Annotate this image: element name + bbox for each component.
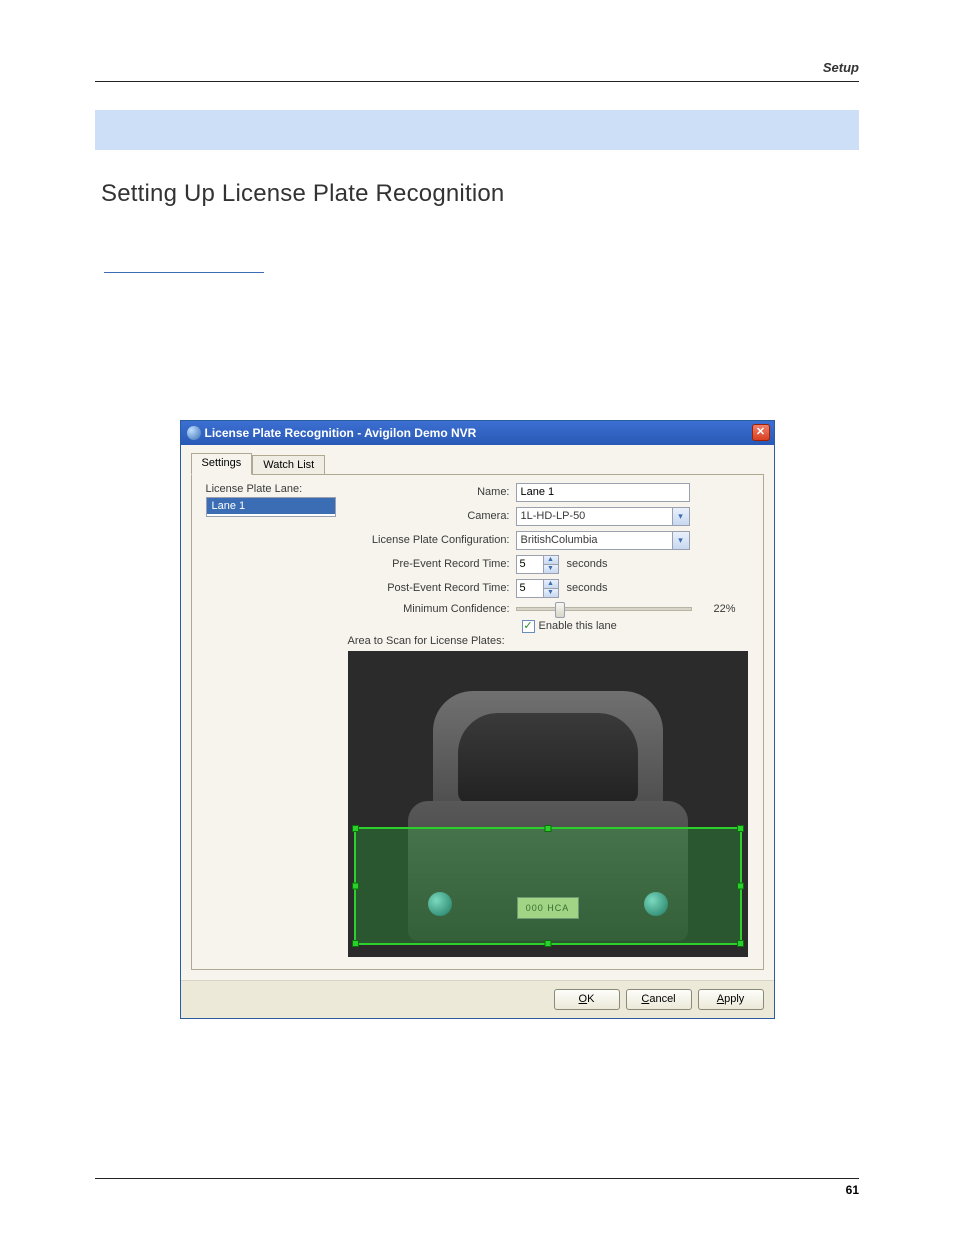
dialog-title: License Plate Recognition - Avigilon Dem…	[205, 426, 477, 440]
resize-handle[interactable]	[352, 940, 359, 947]
chevron-up-icon[interactable]: ▲	[544, 556, 558, 565]
app-icon	[187, 426, 201, 440]
body-paragraph	[101, 238, 853, 276]
name-label: Name:	[348, 486, 516, 498]
ok-button-text: K	[587, 993, 594, 1005]
post-event-suffix: seconds	[567, 582, 608, 594]
resize-handle[interactable]	[737, 882, 744, 889]
resize-handle[interactable]	[737, 825, 744, 832]
page-number: 61	[95, 1183, 859, 1197]
car-windshield-shape	[458, 713, 638, 803]
pre-event-suffix: seconds	[567, 558, 608, 570]
page-header-section: Setup	[95, 60, 859, 75]
chevron-up-icon[interactable]: ▲	[544, 580, 558, 589]
ok-button[interactable]: OK	[554, 989, 620, 1010]
apply-button-text: pply	[724, 993, 744, 1005]
steps-block	[125, 290, 853, 390]
resize-handle[interactable]	[352, 825, 359, 832]
chevron-down-icon[interactable]: ▾	[672, 532, 689, 549]
cancel-button[interactable]: Cancel	[626, 989, 692, 1010]
apply-button[interactable]: Apply	[698, 989, 764, 1010]
camera-label: Camera:	[348, 510, 516, 522]
tab-watch-list[interactable]: Watch List	[252, 455, 325, 475]
pre-event-label: Pre-Event Record Time:	[348, 558, 516, 570]
lane-list-item[interactable]: Lane 1	[207, 498, 335, 514]
post-event-spinner[interactable]	[516, 579, 544, 598]
tab-panel-settings: License Plate Lane: Lane 1 Name: C	[191, 474, 764, 970]
camera-combo[interactable]: 1L-HD-LP-50 ▾	[516, 507, 690, 526]
divider-bottom	[95, 1178, 859, 1179]
config-combo[interactable]: BritishColumbia ▾	[516, 531, 690, 550]
config-label: License Plate Configuration:	[348, 534, 516, 546]
slider-thumb[interactable]	[555, 602, 565, 618]
post-event-label: Post-Event Record Time:	[348, 582, 516, 594]
name-input[interactable]	[516, 483, 690, 502]
chevron-down-icon[interactable]: ▼	[544, 589, 558, 597]
spinner-buttons[interactable]: ▲ ▼	[544, 579, 559, 598]
chevron-down-icon[interactable]: ▼	[544, 565, 558, 573]
tabs: Settings Watch List	[191, 453, 764, 475]
chevron-down-icon[interactable]: ▾	[672, 508, 689, 525]
spinner-buttons[interactable]: ▲ ▼	[544, 555, 559, 574]
lane-list[interactable]: Lane 1	[206, 497, 336, 517]
section-title: Setting Up License Plate Recognition	[101, 180, 859, 208]
pre-event-spinner[interactable]	[516, 555, 544, 574]
resize-handle[interactable]	[737, 940, 744, 947]
cancel-button-text: ancel	[649, 993, 675, 1005]
config-value: BritishColumbia	[521, 534, 598, 546]
section-band	[95, 110, 859, 150]
resize-handle[interactable]	[544, 940, 551, 947]
link-placeholder	[104, 259, 264, 273]
tab-settings[interactable]: Settings	[191, 453, 253, 475]
titlebar: License Plate Recognition - Avigilon Dem…	[181, 421, 774, 445]
close-icon[interactable]: ✕	[752, 424, 770, 441]
resize-handle[interactable]	[352, 882, 359, 889]
enable-lane-checkbox[interactable]: ✓	[522, 620, 535, 633]
scan-area-preview[interactable]: 000 HCA	[348, 651, 748, 957]
min-conf-label: Minimum Confidence:	[348, 603, 516, 615]
scan-area-label: Area to Scan for License Plates:	[348, 635, 516, 647]
min-conf-slider[interactable]	[516, 607, 692, 611]
scan-selection-box[interactable]	[354, 827, 742, 945]
divider-top	[95, 81, 859, 82]
lpr-dialog: License Plate Recognition - Avigilon Dem…	[180, 420, 775, 1019]
camera-value: 1L-HD-LP-50	[521, 510, 586, 522]
lane-list-label: License Plate Lane:	[206, 483, 336, 495]
resize-handle[interactable]	[544, 825, 551, 832]
enable-lane-label: Enable this lane	[539, 620, 617, 632]
min-conf-value: 22%	[706, 603, 736, 615]
